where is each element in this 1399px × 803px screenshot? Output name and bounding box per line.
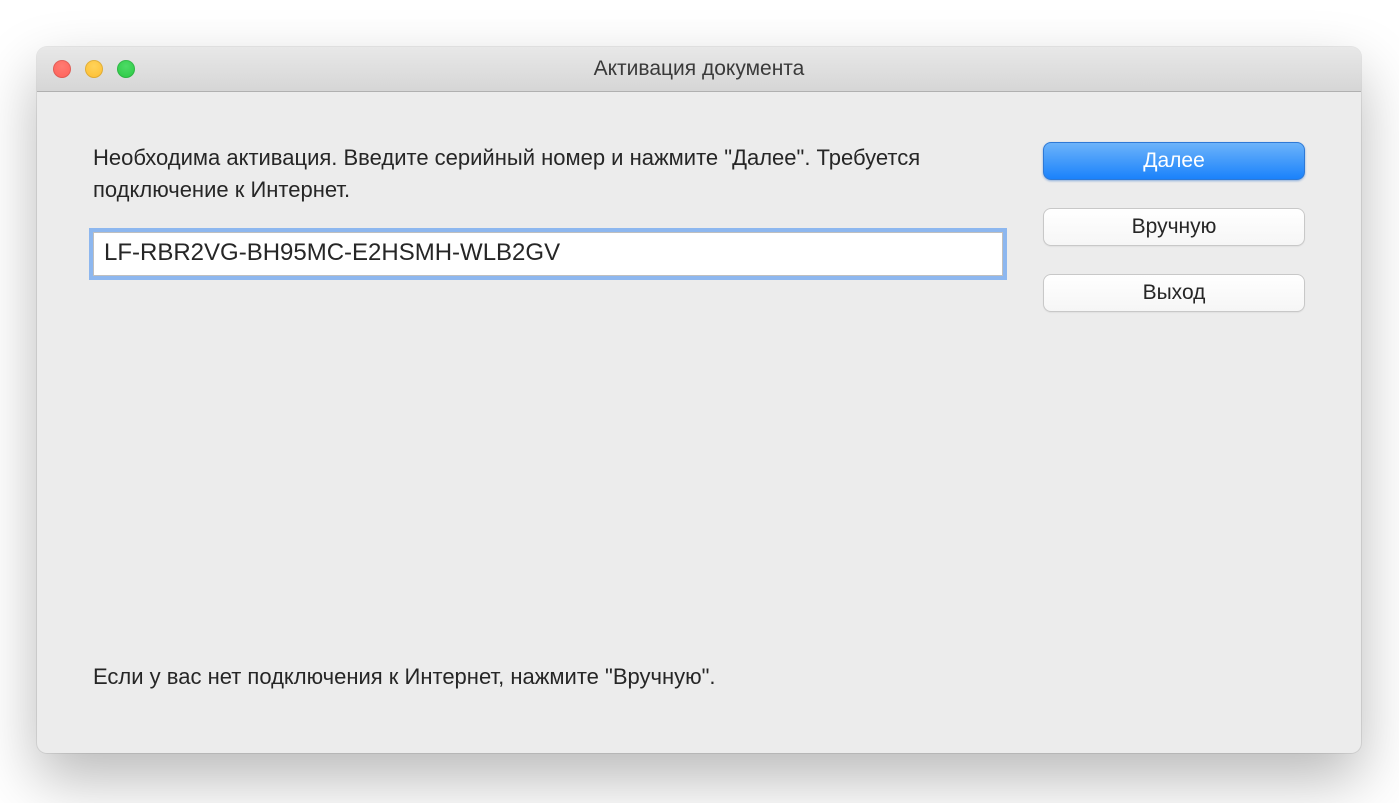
zoom-icon[interactable] [117, 60, 135, 78]
titlebar: Активация документа [37, 47, 1361, 92]
footer-note: Если у вас нет подключения к Интернет, н… [93, 662, 1003, 693]
traffic-lights [37, 60, 135, 78]
close-icon[interactable] [53, 60, 71, 78]
activation-window: Активация документа Необходима активация… [37, 47, 1361, 753]
next-button[interactable]: Далее [1043, 142, 1305, 180]
button-column: Далее Вручную Выход [1043, 142, 1305, 715]
manual-button[interactable]: Вручную [1043, 208, 1305, 246]
main-column: Необходима активация. Введите серийный н… [93, 142, 1003, 715]
serial-input[interactable] [93, 232, 1003, 276]
instructions-text: Необходима активация. Введите серийный н… [93, 142, 1003, 206]
window-body: Необходима активация. Введите серийный н… [37, 92, 1361, 753]
serial-field-wrap [93, 232, 1003, 276]
window-title: Активация документа [37, 57, 1361, 81]
minimize-icon[interactable] [85, 60, 103, 78]
exit-button[interactable]: Выход [1043, 274, 1305, 312]
